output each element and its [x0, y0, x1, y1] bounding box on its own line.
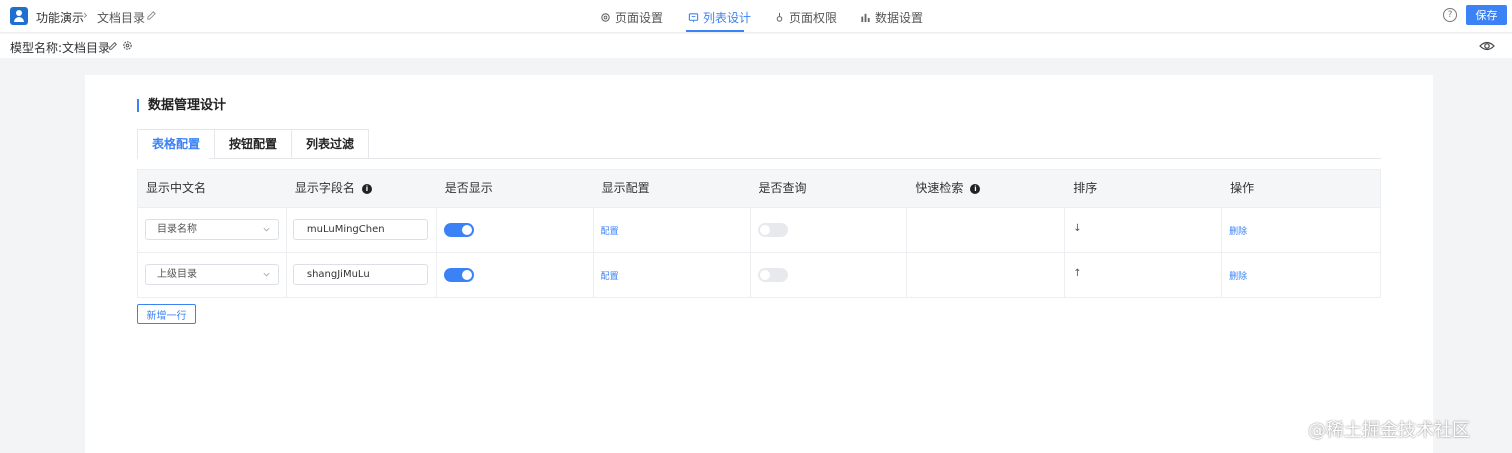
info-icon[interactable]: i — [970, 183, 981, 194]
config-subtabs: 表格配置 按钮配置 列表过滤 — [137, 129, 370, 159]
field-name-input[interactable]: muLuMingChen — [292, 219, 428, 240]
visible-toggle[interactable] — [443, 223, 474, 237]
display-name-select[interactable]: 上级目录 — [145, 264, 279, 285]
chevron-down-icon — [263, 227, 270, 232]
tab-data-settings[interactable]: 数据设置 — [860, 9, 923, 26]
quick-search-cell — [907, 253, 1066, 297]
design-card: 数据管理设计 表格配置 按钮配置 列表过滤 显示中文名 显示字段名 i 是否显示 … — [85, 75, 1433, 453]
top-bar: 功能演示 › 文档目录 页面设置 列表设计 页面权限 数据设置 ? 保存 — [0, 0, 1512, 33]
column-header: 显示字段名 i — [287, 170, 437, 207]
bar-chart-icon — [861, 13, 870, 23]
chevron-down-icon — [263, 272, 270, 277]
help-icon[interactable]: ? — [1443, 8, 1457, 22]
app-logo-icon — [10, 7, 28, 25]
table-row: 目录名称 muLuMingChen 配置 ↓ 删除 — [138, 207, 1380, 252]
breadcrumb-app[interactable]: 功能演示 — [36, 9, 84, 26]
column-header: 是否显示 — [444, 181, 493, 195]
query-toggle[interactable] — [757, 268, 788, 282]
site-watermark: @稀土掘金技术社区 — [1308, 420, 1470, 441]
quick-search-cell — [907, 208, 1066, 252]
subtab-table-config[interactable]: 表格配置 — [137, 129, 216, 159]
visible-toggle[interactable] — [443, 268, 474, 282]
edit-icon[interactable] — [146, 10, 157, 21]
section-title: 数据管理设计 — [137, 99, 226, 112]
config-link[interactable]: 配置 — [601, 269, 619, 282]
column-header: 操作 — [1230, 181, 1255, 195]
column-header: 快速检索 i — [907, 170, 1065, 207]
subtabs-divider — [209, 158, 1381, 159]
delete-link[interactable]: 删除 — [1229, 269, 1247, 282]
tab-label: 页面权限 — [789, 11, 838, 25]
tab-page-settings[interactable]: 页面设置 — [600, 9, 663, 26]
eye-icon[interactable] — [1479, 40, 1495, 52]
tab-page-permission[interactable]: 页面权限 — [774, 9, 837, 26]
table-row: 上级目录 shangJiMuLu 配置 ↑ 删除 — [138, 252, 1380, 297]
sort-down-icon[interactable]: ↓ — [1073, 223, 1081, 234]
column-header: 显示配置 — [601, 181, 650, 195]
delete-link[interactable]: 删除 — [1229, 224, 1247, 237]
column-header: 排序 — [1073, 181, 1098, 195]
breadcrumb-separator: › — [83, 8, 88, 22]
config-link[interactable]: 配置 — [601, 224, 619, 237]
model-name-value: 文档目录 — [62, 41, 111, 55]
column-header: 显示中文名 — [146, 181, 207, 195]
sort-up-icon[interactable]: ↑ — [1073, 268, 1081, 279]
info-icon[interactable]: i — [361, 183, 372, 194]
tab-label: 数据设置 — [875, 11, 924, 25]
breadcrumb-page: 文档目录 — [97, 11, 146, 25]
edit-icon[interactable] — [108, 41, 118, 51]
list-design-icon — [688, 13, 699, 23]
permission-icon — [776, 12, 783, 22]
subtab-button-config[interactable]: 按钮配置 — [215, 129, 293, 159]
display-name-select[interactable]: 目录名称 — [145, 219, 279, 240]
save-button[interactable]: 保存 — [1466, 5, 1507, 25]
field-table: 显示中文名 显示字段名 i 是否显示 显示配置 是否查询 快速检索 i 排序 操作 … — [137, 169, 1381, 298]
gear-icon — [601, 13, 610, 22]
query-toggle[interactable] — [757, 223, 788, 237]
tab-label: 列表设计 — [703, 11, 752, 25]
model-name-label: 模型名称: — [10, 41, 63, 55]
table-header: 显示中文名 显示字段名 i 是否显示 显示配置 是否查询 快速检索 i 排序 操作 — [138, 170, 1380, 207]
subtab-list-filter[interactable]: 列表过滤 — [292, 129, 370, 159]
gear-icon[interactable] — [122, 40, 133, 51]
model-bar: 模型名称: 文档目录 — [0, 34, 1512, 58]
active-tab-indicator — [686, 30, 744, 32]
add-row-button[interactable]: 新增一行 — [137, 304, 196, 324]
field-name-input[interactable]: shangJiMuLu — [292, 264, 428, 285]
column-header: 是否查询 — [758, 181, 807, 195]
tab-list-design[interactable]: 列表设计 — [688, 9, 751, 26]
tab-label: 页面设置 — [615, 11, 664, 25]
